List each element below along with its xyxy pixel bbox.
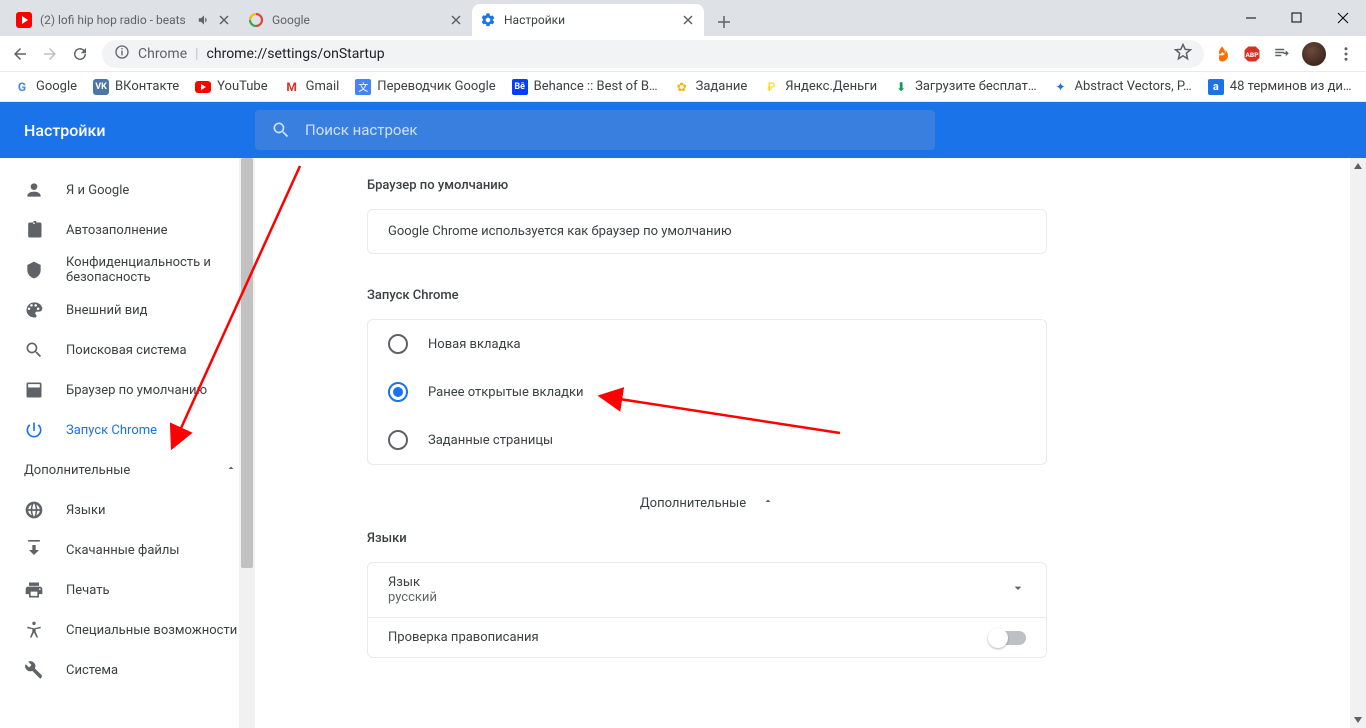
sidebar-item-you-and-google[interactable]: Я и Google bbox=[0, 170, 255, 210]
omnibox-chip: Chrome bbox=[138, 46, 187, 62]
radio-icon bbox=[388, 334, 408, 354]
sidebar-item-appearance[interactable]: Внешний вид bbox=[0, 290, 255, 330]
profile-avatar[interactable] bbox=[1302, 42, 1326, 66]
reload-button[interactable] bbox=[66, 40, 94, 68]
window-close-button[interactable] bbox=[1320, 2, 1366, 34]
clipboard-icon bbox=[24, 220, 44, 240]
page-title: Настройки bbox=[0, 121, 255, 140]
bookmark-item[interactable]: ⬇Загрузите бесплат… bbox=[887, 75, 1042, 99]
browser-tab-2[interactable]: Настройки bbox=[472, 4, 704, 36]
extension-adblock-icon[interactable]: ABP bbox=[1242, 44, 1262, 64]
audio-icon[interactable] bbox=[196, 12, 212, 28]
default-browser-status: Google Chrome используется как браузер п… bbox=[368, 210, 1046, 253]
sidebar-item-on-startup[interactable]: Запуск Chrome bbox=[0, 410, 255, 450]
bookmark-item[interactable]: VKВКонтакте bbox=[87, 75, 185, 99]
sidebar-item-downloads[interactable]: Скачанные файлы bbox=[0, 530, 255, 570]
omnibox-url: chrome://settings/onStartup bbox=[207, 46, 385, 62]
close-icon[interactable] bbox=[448, 12, 464, 28]
youtube-icon bbox=[16, 12, 32, 28]
section-title-default-browser: Браузер по умолчанию bbox=[367, 178, 1047, 193]
globe-icon bbox=[24, 500, 44, 520]
bookmark-item[interactable]: ₽Яндекс.Деньги bbox=[757, 75, 883, 99]
bookmark-item[interactable]: ✦Abstract Vectors, P… bbox=[1047, 75, 1198, 99]
content-scrollbar[interactable] bbox=[1350, 158, 1366, 728]
tab-title: Google bbox=[272, 13, 444, 27]
back-button[interactable] bbox=[6, 40, 34, 68]
sidebar-scrollbar[interactable] bbox=[239, 158, 255, 728]
power-icon bbox=[24, 420, 44, 440]
chevron-up-icon bbox=[762, 495, 774, 511]
browser-tab-0[interactable]: (2) lofi hip hop radio - beats bbox=[8, 4, 240, 36]
bookmarks-overflow-icon[interactable] bbox=[1362, 77, 1366, 97]
window-minimize-button[interactable] bbox=[1228, 2, 1274, 34]
print-icon bbox=[24, 580, 44, 600]
palette-icon bbox=[24, 300, 44, 320]
advanced-toggle[interactable]: Дополнительные bbox=[367, 465, 1047, 531]
sidebar-section-advanced[interactable]: Дополнительные bbox=[0, 450, 255, 490]
site-info-icon[interactable] bbox=[114, 44, 130, 64]
bookmarks-bar: GGoogle VKВКонтакте YouTube MGmail 文Пере… bbox=[0, 72, 1366, 102]
search-icon bbox=[24, 340, 44, 360]
bookmark-item[interactable]: 文Переводчик Google bbox=[349, 75, 501, 99]
settings-search-input[interactable] bbox=[305, 121, 919, 139]
chevron-down-icon bbox=[1010, 580, 1026, 600]
person-icon bbox=[24, 180, 44, 200]
google-icon bbox=[248, 12, 264, 28]
menu-icon[interactable] bbox=[1336, 44, 1356, 64]
chevron-up-icon bbox=[225, 462, 237, 478]
startup-option-newtab[interactable]: Новая вкладка bbox=[368, 320, 1046, 368]
bookmark-item[interactable]: MGmail bbox=[278, 75, 346, 99]
browser-tab-1[interactable]: Google bbox=[240, 4, 472, 36]
section-title-languages: Языки bbox=[367, 531, 1047, 546]
forward-button bbox=[36, 40, 64, 68]
reading-list-icon[interactable] bbox=[1272, 44, 1292, 64]
extension-flame-icon[interactable] bbox=[1212, 44, 1232, 64]
wrench-icon bbox=[24, 660, 44, 680]
sidebar-item-privacy[interactable]: Конфиденциальность и безопасность bbox=[0, 250, 255, 290]
toggle-switch[interactable] bbox=[990, 631, 1026, 645]
close-icon[interactable] bbox=[680, 12, 696, 28]
download-icon bbox=[24, 540, 44, 560]
tab-title: (2) lofi hip hop radio - beats bbox=[40, 13, 192, 27]
settings-search[interactable] bbox=[255, 110, 935, 150]
sidebar-item-printing[interactable]: Печать bbox=[0, 570, 255, 610]
shield-icon bbox=[24, 260, 44, 280]
window-maximize-button[interactable] bbox=[1274, 2, 1320, 34]
bookmark-item[interactable]: GGoogle bbox=[8, 75, 83, 99]
section-title-on-startup: Запуск Chrome bbox=[367, 288, 1047, 303]
bookmark-item[interactable]: ✿Задание bbox=[668, 75, 754, 99]
sidebar-item-autofill[interactable]: Автозаполнение bbox=[0, 210, 255, 250]
star-icon[interactable] bbox=[1174, 43, 1192, 65]
close-icon[interactable] bbox=[216, 12, 232, 28]
sidebar-item-search-engine[interactable]: Поисковая система bbox=[0, 330, 255, 370]
sidebar-item-languages[interactable]: Языки bbox=[0, 490, 255, 530]
startup-option-continue[interactable]: Ранее открытые вкладки bbox=[368, 368, 1046, 416]
spellcheck-row[interactable]: Проверка правописания bbox=[368, 618, 1046, 657]
bookmark-item[interactable]: a48 терминов из ди… bbox=[1202, 75, 1358, 99]
browser-icon bbox=[24, 380, 44, 400]
language-row[interactable]: Язык русский bbox=[368, 563, 1046, 617]
address-bar[interactable]: Chrome | chrome://settings/onStartup bbox=[102, 40, 1204, 68]
tab-title: Настройки bbox=[504, 13, 676, 27]
radio-icon bbox=[388, 382, 408, 402]
svg-text:ABP: ABP bbox=[1245, 51, 1259, 59]
radio-icon bbox=[388, 430, 408, 450]
new-tab-button[interactable] bbox=[710, 8, 738, 36]
sidebar-item-system[interactable]: Система bbox=[0, 650, 255, 690]
settings-icon bbox=[480, 12, 496, 28]
startup-option-specific[interactable]: Заданные страницы bbox=[368, 416, 1046, 464]
sidebar-item-accessibility[interactable]: Специальные возможности bbox=[0, 610, 255, 650]
sidebar-item-default-browser[interactable]: Браузер по умолчанию bbox=[0, 370, 255, 410]
accessibility-icon bbox=[24, 620, 44, 640]
bookmark-item[interactable]: YouTube bbox=[189, 75, 274, 99]
bookmark-item[interactable]: BēBehance :: Best of B… bbox=[506, 75, 664, 99]
